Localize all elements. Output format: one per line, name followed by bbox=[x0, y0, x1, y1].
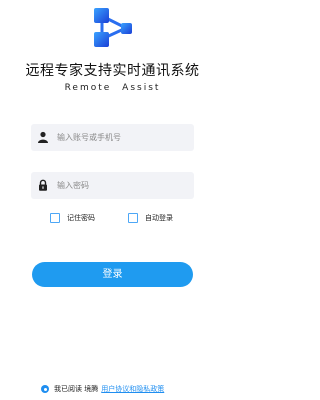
agreement-text: 我已阅读 境腾 bbox=[54, 385, 99, 393]
auto-login-label: 自动登录 bbox=[145, 214, 173, 222]
remember-password-box[interactable] bbox=[50, 213, 60, 223]
password-input[interactable] bbox=[57, 172, 187, 199]
auto-login-box[interactable] bbox=[128, 213, 138, 223]
app-logo-icon bbox=[94, 8, 132, 47]
app-subtitle: Remote Assist bbox=[64, 83, 161, 93]
user-icon bbox=[38, 131, 48, 143]
app-title: 远程专家支持实时通讯系统 bbox=[25, 63, 200, 79]
password-field[interactable] bbox=[31, 172, 194, 199]
lock-icon bbox=[39, 179, 47, 191]
remember-password-label: 记住密码 bbox=[67, 214, 95, 222]
login-button[interactable]: 登录 bbox=[32, 262, 193, 287]
account-input[interactable] bbox=[57, 124, 187, 151]
auto-login-checkbox[interactable]: 自动登录 bbox=[128, 212, 173, 224]
agreement-row: 我已阅读 境腾 用户协议和隐私政策 bbox=[41, 383, 164, 395]
agreement-link[interactable]: 用户协议和隐私政策 bbox=[101, 384, 164, 394]
account-field[interactable] bbox=[31, 124, 194, 151]
remember-password-checkbox[interactable]: 记住密码 bbox=[50, 212, 95, 224]
agreement-radio[interactable] bbox=[41, 385, 49, 393]
